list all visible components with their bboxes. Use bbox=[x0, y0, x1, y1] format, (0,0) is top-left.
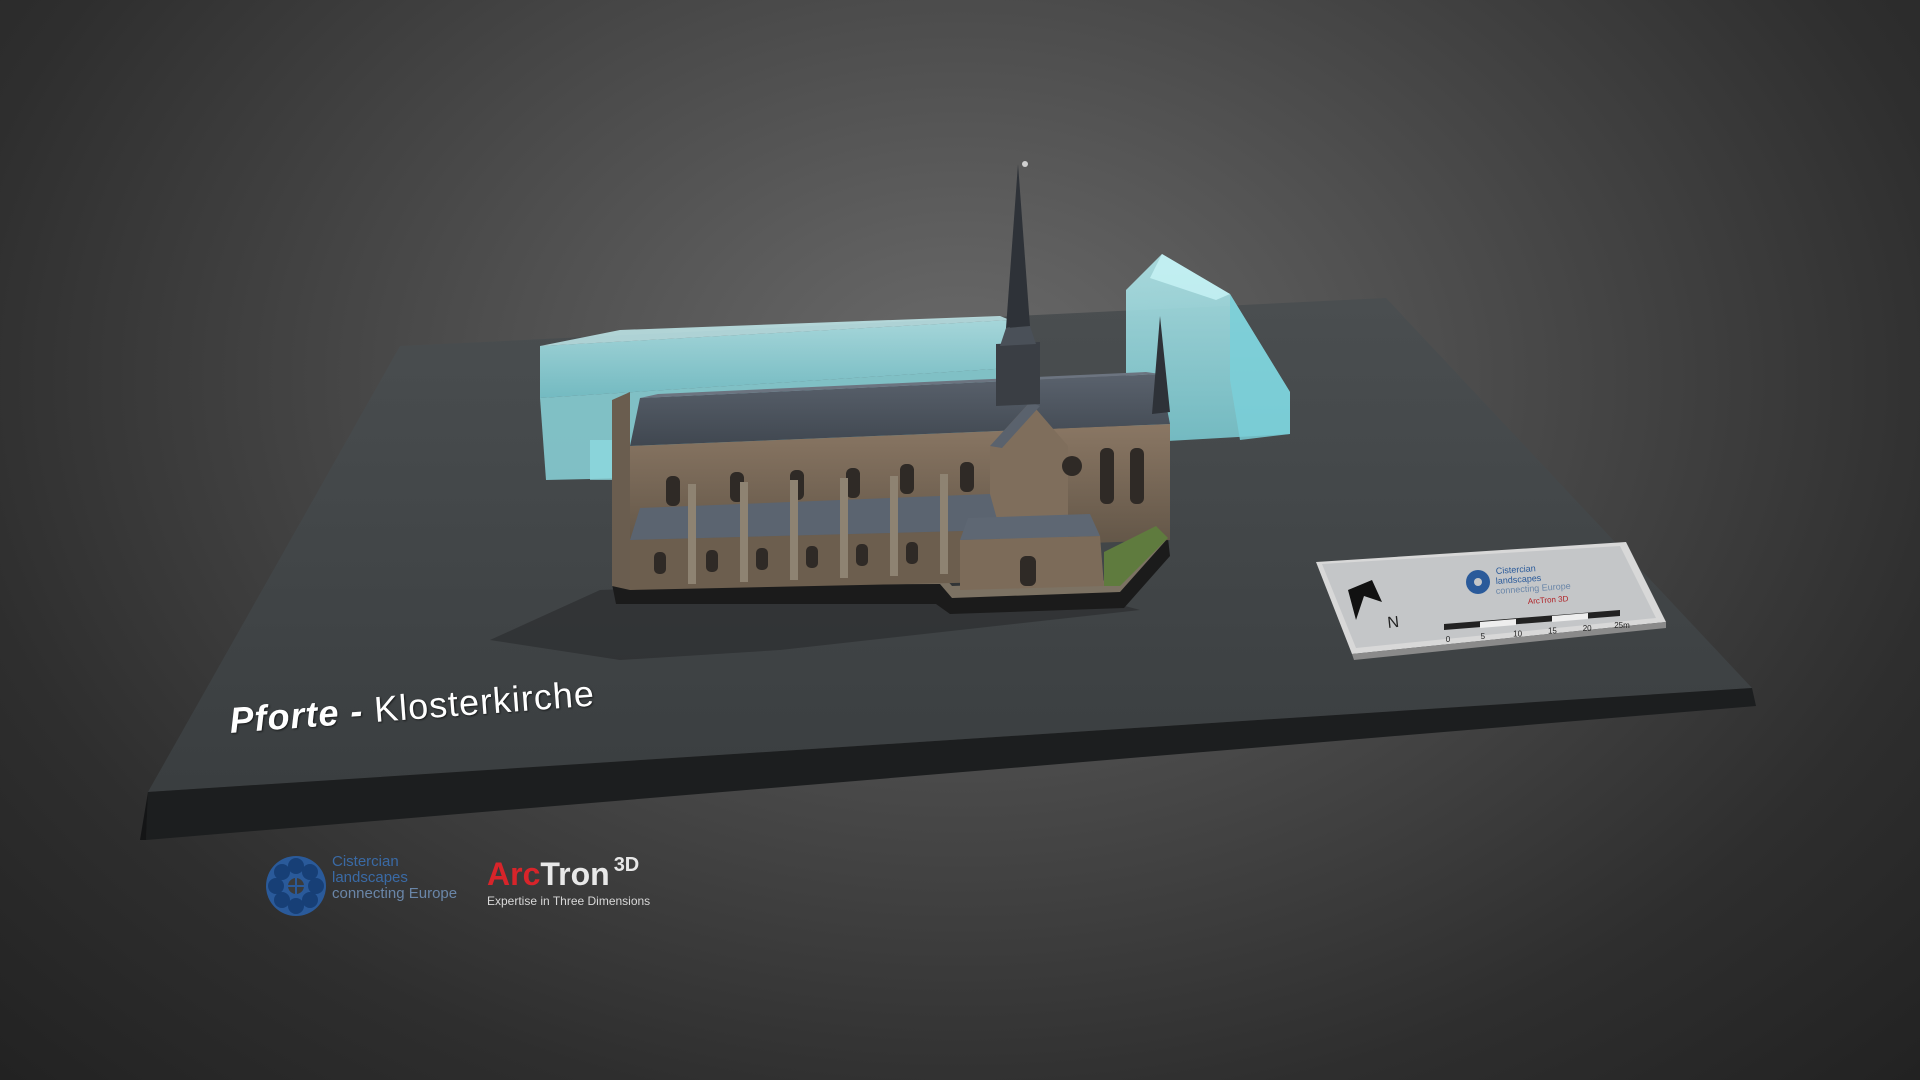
scale-tick-label: 20 bbox=[1583, 624, 1592, 633]
scale-tick-label: 25m bbox=[1614, 621, 1630, 630]
plaque-cistercian-logo-icon bbox=[1466, 570, 1490, 594]
cistercian-logo-text: Cistercian landscapes connecting Europe bbox=[332, 854, 457, 902]
arctron-prefix: Arc bbox=[487, 856, 541, 892]
arctron-superscript: 3D bbox=[613, 854, 640, 876]
title-separator: - bbox=[337, 689, 376, 733]
arctron-suffix: Tron bbox=[540, 856, 610, 892]
arctron-brand: ArcTron 3D bbox=[487, 854, 639, 893]
cistercian-line3: connecting Europe bbox=[332, 885, 458, 902]
arctron-tagline: Expertise in Three Dimensions bbox=[487, 894, 651, 908]
logos-bar: Cistercian landscapes connecting Europe … bbox=[262, 852, 682, 922]
arctron-logo: ArcTron 3D Expertise in Three Dimensions bbox=[487, 854, 650, 908]
title-place: Pforte bbox=[228, 691, 341, 741]
scale-tick-label: 10 bbox=[1513, 629, 1522, 638]
scale-tick-label: 15 bbox=[1548, 627, 1557, 636]
plaque-north-label: N bbox=[1387, 614, 1400, 632]
cistercian-line1: Cistercian bbox=[332, 853, 399, 870]
scale-tick-label: 0 bbox=[1446, 635, 1451, 644]
cistercian-line2: landscapes bbox=[332, 869, 408, 886]
scale-tick-label: 5 bbox=[1481, 632, 1486, 641]
